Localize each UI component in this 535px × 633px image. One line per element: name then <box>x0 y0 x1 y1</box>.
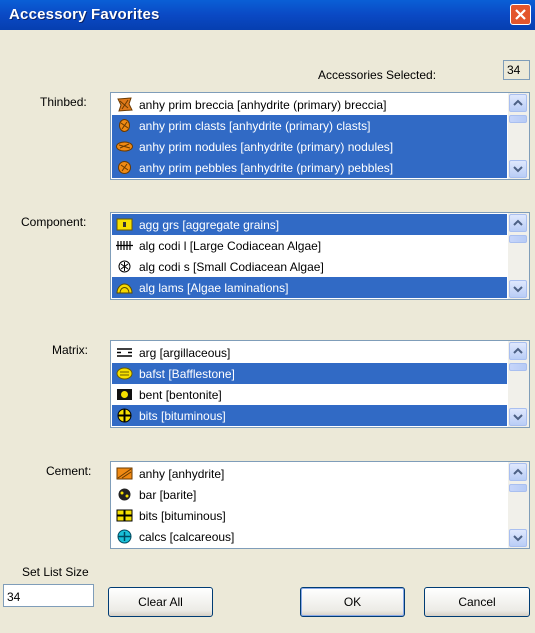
list-item-label: bafst [Bafflestone] <box>139 366 235 381</box>
set-list-size-label: Set List Size <box>22 565 89 579</box>
list-item[interactable]: bits [bituminous] <box>112 405 507 426</box>
list-item[interactable]: alg codi s [Small Codiacean Algae] <box>112 256 507 277</box>
list-item-label: calcs [calcareous] <box>139 529 235 544</box>
chevron-up-icon <box>513 347 523 354</box>
scroll-down-button[interactable] <box>509 280 527 298</box>
chevron-down-icon <box>513 535 523 542</box>
bafflestone-icon <box>116 367 133 380</box>
cement-scrollbar[interactable] <box>508 462 529 548</box>
algae-laminations-icon <box>116 283 133 294</box>
window-title: Accessory Favorites <box>9 6 160 23</box>
component-list[interactable]: agg grs [aggregate grains] alg codi l [L… <box>110 212 530 300</box>
small-codiacean-algae-icon <box>118 260 131 273</box>
close-button[interactable] <box>510 4 531 25</box>
ok-button[interactable]: OK <box>300 587 405 617</box>
list-item-label: bits [bituminous] <box>139 508 226 523</box>
scroll-up-button[interactable] <box>509 342 527 360</box>
scroll-up-button[interactable] <box>509 214 527 232</box>
anhydrite-breccia-icon <box>117 97 133 112</box>
list-item-label: bent [bentonite] <box>139 387 222 402</box>
component-scrollbar[interactable] <box>508 213 529 299</box>
chevron-up-icon <box>513 99 523 106</box>
chevron-down-icon <box>513 166 523 173</box>
list-item-label: agg grs [aggregate grains] <box>139 217 280 232</box>
list-item[interactable]: anhy prim pebbles [anhydrite (primary) p… <box>112 157 507 178</box>
scroll-thumb[interactable] <box>509 235 527 243</box>
large-codiacean-algae-icon <box>116 241 133 250</box>
thinbed-label: Thinbed: <box>40 95 87 109</box>
aggregate-grains-icon <box>116 218 133 231</box>
list-item-label: bar [barite] <box>139 487 197 502</box>
chevron-down-icon <box>513 286 523 293</box>
accessories-selected-count: 34 <box>503 60 530 80</box>
anhydrite-pebbles-icon <box>118 161 131 174</box>
list-item[interactable]: calcs [calcareous] <box>112 526 507 547</box>
scroll-thumb[interactable] <box>509 363 527 371</box>
cement-label: Cement: <box>46 464 92 478</box>
anhydrite-icon <box>116 467 133 480</box>
title-bar[interactable]: Accessory Favorites <box>0 0 535 30</box>
list-item[interactable]: anhy prim breccia [anhydrite (primary) b… <box>112 94 507 115</box>
list-item[interactable]: bits [bituminous] <box>112 505 507 526</box>
bituminous-icon <box>117 408 132 423</box>
scroll-thumb[interactable] <box>509 484 527 492</box>
list-item-label: alg lams [Algae laminations] <box>139 280 289 295</box>
thinbed-scrollbar[interactable] <box>508 93 529 179</box>
chevron-up-icon <box>513 219 523 226</box>
list-item[interactable]: anhy [anhydrite] <box>112 463 507 484</box>
clear-all-button[interactable]: Clear All <box>108 587 213 617</box>
list-item-label: anhy prim breccia [anhydrite (primary) b… <box>139 97 387 112</box>
list-item[interactable]: bent [bentonite] <box>112 384 507 405</box>
list-item[interactable]: bafst [Bafflestone] <box>112 363 507 384</box>
list-item-label: anhy prim clasts [anhydrite (primary) cl… <box>139 118 371 133</box>
bentonite-icon <box>117 389 132 400</box>
list-item-label: anhy prim nodules [anhydrite (primary) n… <box>139 139 394 154</box>
argillaceous-icon <box>117 348 132 357</box>
barite-icon <box>118 488 131 501</box>
list-item-label: bits [bituminous] <box>139 408 226 423</box>
list-item[interactable]: alg codi l [Large Codiacean Algae] <box>112 235 507 256</box>
list-item[interactable]: arg [argillaceous] <box>112 342 507 363</box>
list-item[interactable]: alg lams [Algae laminations] <box>112 277 507 298</box>
matrix-label: Matrix: <box>52 343 88 357</box>
scroll-down-button[interactable] <box>509 408 527 426</box>
list-item-label: alg codi l [Large Codiacean Algae] <box>139 238 322 253</box>
anhydrite-nodules-icon <box>116 141 133 152</box>
set-list-size-input[interactable] <box>3 584 94 607</box>
list-item-label: arg [argillaceous] <box>139 345 231 360</box>
list-item[interactable]: bar [barite] <box>112 484 507 505</box>
list-item[interactable]: anhy prim nodules [anhydrite (primary) n… <box>112 136 507 157</box>
cement-list[interactable]: anhy [anhydrite] bar [barite] bits [bitu… <box>110 461 530 549</box>
list-item-label: alg codi s [Small Codiacean Algae] <box>139 259 324 274</box>
bituminous-icon <box>116 509 133 522</box>
calcareous-icon <box>117 529 132 544</box>
list-item-label: anhy [anhydrite] <box>139 466 225 481</box>
anhydrite-clasts-icon <box>119 119 130 132</box>
list-item[interactable]: anhy prim clasts [anhydrite (primary) cl… <box>112 115 507 136</box>
cancel-button[interactable]: Cancel <box>424 587 530 617</box>
accessories-selected-label: Accessories Selected: <box>318 68 437 82</box>
scroll-down-button[interactable] <box>509 529 527 547</box>
close-icon <box>515 9 526 20</box>
scroll-up-button[interactable] <box>509 463 527 481</box>
scroll-down-button[interactable] <box>509 160 527 178</box>
matrix-scrollbar[interactable] <box>508 341 529 427</box>
list-item[interactable]: agg grs [aggregate grains] <box>112 214 507 235</box>
thinbed-list[interactable]: anhy prim breccia [anhydrite (primary) b… <box>110 92 530 180</box>
matrix-list[interactable]: arg [argillaceous] bafst [Bafflestone] b… <box>110 340 530 428</box>
scroll-thumb[interactable] <box>509 115 527 123</box>
chevron-down-icon <box>513 414 523 421</box>
list-item-label: anhy prim pebbles [anhydrite (primary) p… <box>139 160 394 175</box>
scroll-up-button[interactable] <box>509 94 527 112</box>
component-label: Component: <box>21 215 87 229</box>
chevron-up-icon <box>513 468 523 475</box>
